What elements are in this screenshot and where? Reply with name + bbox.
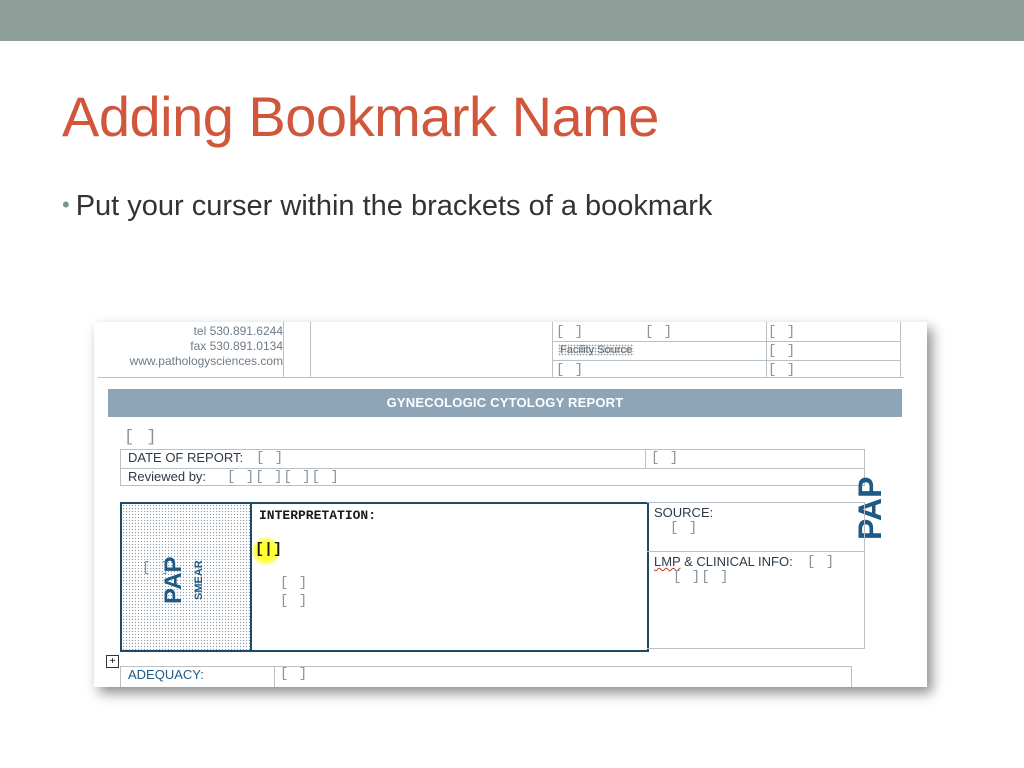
facility-source-field[interactable]: Facility Source (558, 344, 635, 356)
header-divider (900, 322, 901, 378)
header-bracket[interactable]: [ ] (768, 343, 796, 359)
active-bookmark-bracket[interactable]: [|] (255, 541, 282, 558)
bullet-marker: • (62, 192, 70, 217)
date-bracket[interactable]: [ ] (256, 450, 284, 466)
adequacy-bracket[interactable]: [ ] (280, 666, 308, 682)
header-row-rule (552, 341, 900, 342)
contact-fax: fax 530.891.0134 (190, 339, 283, 353)
adequacy-divider (274, 666, 275, 687)
clinical-sub-brackets[interactable]: [ ][ ] (673, 569, 729, 585)
source-rule (647, 502, 864, 503)
clinical-info-label: LMP & CLINICAL INFO: (654, 554, 793, 569)
adequacy-border (120, 666, 121, 687)
interp-bracket[interactable]: [ ] (280, 593, 308, 609)
bullet-item: • Put your curser within the brackets of … (62, 187, 712, 227)
row-rule (120, 485, 864, 486)
pap-side-logo: PAP (852, 476, 888, 540)
header-bracket[interactable]: [ ] (645, 324, 673, 340)
header-divider (310, 322, 311, 378)
interp-bracket[interactable]: [ ] (280, 575, 308, 591)
date-of-report-label: DATE OF REPORT: (128, 450, 244, 465)
source-rule (647, 648, 864, 649)
header-bracket[interactable]: [ ] (556, 324, 584, 340)
reviewed-by-label: Reviewed by: (128, 469, 207, 484)
header-divider (283, 322, 284, 378)
source-label: SOURCE: (654, 505, 714, 520)
header-bracket[interactable]: [ ] (556, 362, 584, 378)
pap-smear-panel: [ ] PAP SMEAR (122, 504, 252, 650)
pap-label: PAP (160, 556, 187, 604)
contact-web: www.pathologysciences.com (129, 354, 283, 368)
row-border (120, 449, 121, 486)
header-bracket[interactable]: [ ] (768, 362, 796, 378)
table-move-handle-icon[interactable]: + (106, 655, 119, 668)
source-border (864, 502, 865, 649)
source-rule (647, 551, 864, 552)
top-bracket[interactable]: [ ] (124, 428, 158, 447)
date-right-bracket[interactable]: [ ] (651, 450, 679, 466)
clinical-bracket[interactable]: [ ] (807, 554, 835, 570)
smear-label: SMEAR (193, 560, 205, 600)
header-bracket[interactable]: [ ] (768, 324, 796, 340)
adequacy-label: ADEQUACY: (128, 667, 204, 682)
top-accent-bar (0, 0, 1024, 41)
row-divider (645, 449, 646, 469)
lmp-word: LMP (654, 554, 681, 569)
adequacy-rule (120, 666, 852, 667)
clinical-label: & CLINICAL INFO: (680, 554, 793, 569)
bullet-text: Put your curser within the brackets of a… (75, 190, 713, 222)
source-bracket[interactable]: [ ] (670, 520, 698, 536)
header-divider (766, 322, 767, 378)
interpretation-label: INTERPRETATION: (259, 508, 377, 523)
adequacy-border (851, 666, 852, 687)
contact-tel: tel 530.891.6244 (193, 324, 283, 338)
slide-title: Adding Bookmark Name (62, 85, 659, 148)
header-divider (552, 322, 553, 378)
contact-block: tel 530.891.6244 fax 530.891.0134 www.pa… (98, 324, 283, 369)
header-row-rule (552, 360, 900, 361)
reviewed-by-brackets[interactable]: [ ][ ][ ][ ] (227, 469, 340, 485)
interpretation-box: [ ] PAP SMEAR INTERPRETATION: [|] [ ] [ … (120, 502, 649, 652)
document-screenshot: tel 530.891.6244 fax 530.891.0134 www.pa… (94, 322, 927, 687)
report-banner: GYNECOLOGIC CYTOLOGY REPORT (108, 389, 902, 417)
